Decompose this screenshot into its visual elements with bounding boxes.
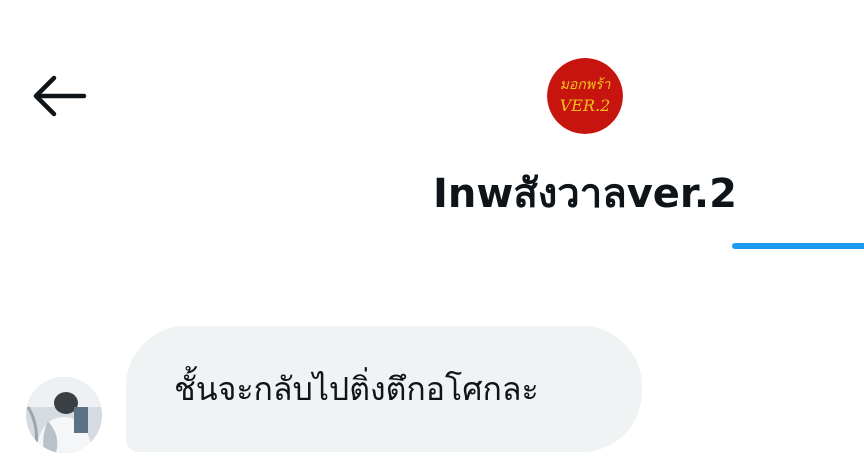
svg-text:มอกพร้า: มอกพร้า — [560, 77, 612, 93]
sender-avatar[interactable] — [26, 377, 102, 453]
message-text: ชั้นจะกลับไปติ่งตึกอโศกละ — [174, 369, 539, 408]
sender-photo-image — [26, 377, 102, 453]
avatar-logo-image: มอกพร้า VER.2 — [547, 58, 623, 134]
message-bubble[interactable]: ชั้นจะกลับไปติ่งตึกอโศกละ — [126, 326, 642, 452]
back-button[interactable] — [26, 66, 94, 126]
conversation-avatar[interactable]: มอกพร้า VER.2 — [547, 58, 623, 134]
conversation-title: Inwสังวาลver.2 — [433, 171, 737, 217]
svg-text:VER.2: VER.2 — [560, 96, 611, 115]
scroll-indicator — [732, 243, 864, 249]
dm-conversation-screen: มอกพร้า VER.2 Inwสังวาลver.2 ชั้นจะกลับไ… — [0, 0, 864, 459]
arrow-left-icon — [33, 75, 87, 117]
